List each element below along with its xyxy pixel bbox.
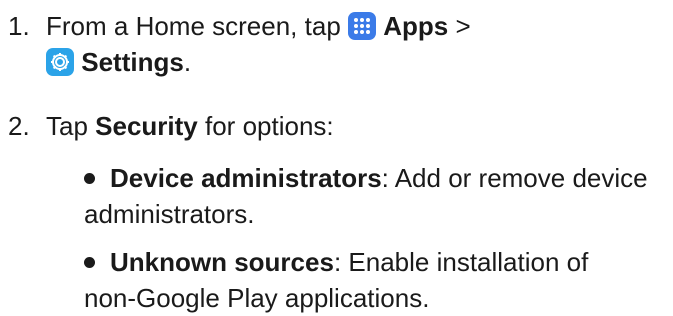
separator: > bbox=[455, 11, 471, 41]
step-2-prefix: Tap bbox=[46, 111, 88, 141]
gear-icon bbox=[46, 48, 74, 76]
bullet-description-cont: administrators. bbox=[84, 199, 255, 229]
settings-suffix: . bbox=[183, 47, 192, 77]
bullet-dot bbox=[84, 173, 95, 184]
apps-label: Apps bbox=[383, 11, 449, 41]
step-2-number: 2. bbox=[8, 111, 30, 141]
step-1-text: From a Home screen, tap Apps > Settings. bbox=[46, 8, 471, 80]
security-label: Security bbox=[95, 111, 198, 141]
bullet-text: Unknown sources: Enable installation of … bbox=[84, 244, 589, 316]
bullet-description: Add or remove device bbox=[394, 163, 648, 193]
bullet-term: Device administrators bbox=[110, 163, 382, 193]
step-2-text: Tap Security for options: bbox=[46, 108, 334, 144]
apps-grid-icon bbox=[348, 12, 377, 40]
bullet-text: Device administrators: Add or remove dev… bbox=[84, 160, 648, 232]
step-2-suffix: for options: bbox=[205, 111, 334, 141]
bullet-description-cont: non-Google Play applications. bbox=[84, 283, 430, 313]
bullet-description: Enable installation of bbox=[348, 247, 589, 277]
bullet-dot bbox=[84, 257, 95, 268]
step-1-number: 1. bbox=[8, 11, 30, 41]
settings-label: Settings bbox=[81, 47, 184, 77]
bullet-term: Unknown sources bbox=[110, 247, 334, 277]
step-1-line-2: Settings. bbox=[46, 44, 471, 80]
step-1-prefix: From a Home screen, tap bbox=[46, 11, 341, 41]
step-1-line-1: From a Home screen, tap Apps > bbox=[46, 8, 471, 44]
